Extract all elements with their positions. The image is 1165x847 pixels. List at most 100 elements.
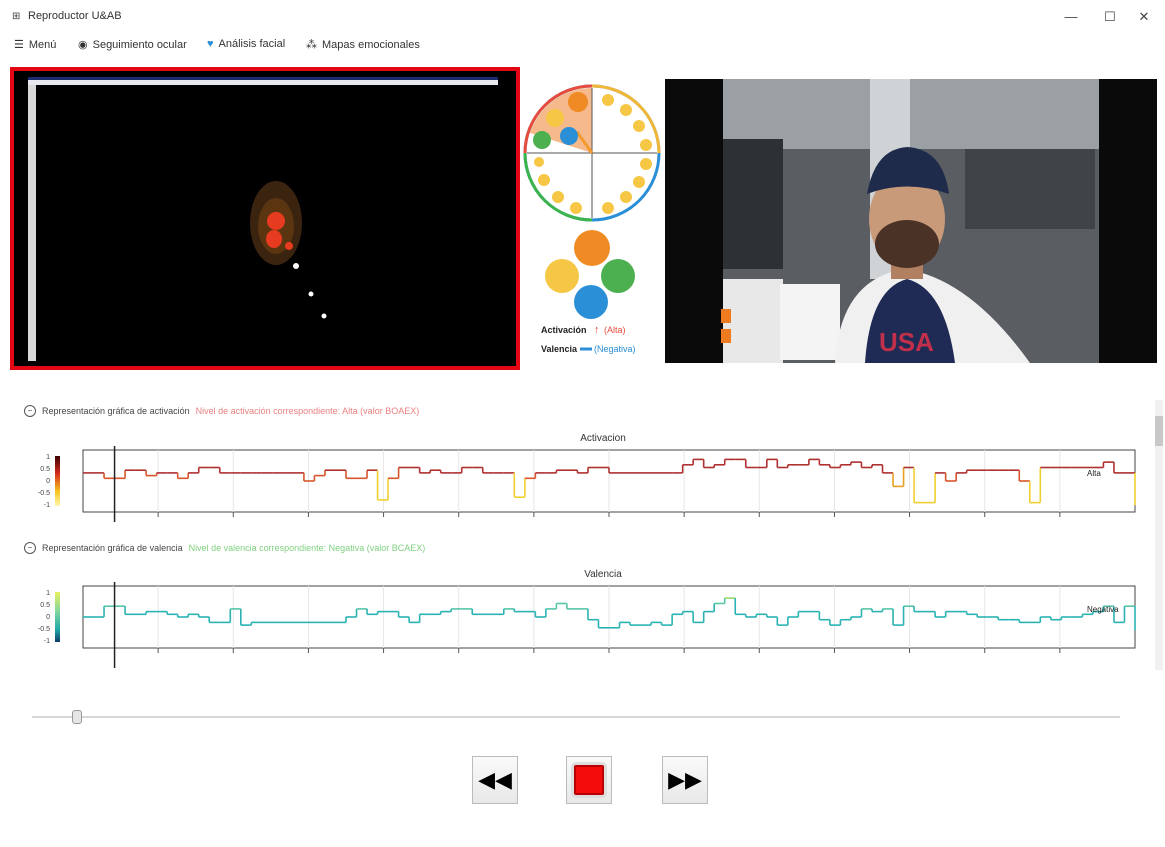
act-y-tick-label: 0: [46, 478, 50, 485]
stop-button[interactable]: [566, 756, 612, 804]
menu-item-label: Seguimiento ocular: [92, 38, 187, 51]
rewind-button[interactable]: ◀◀: [472, 756, 518, 804]
activation-chart: Activacion 1 0.5 0 -0.5 -1 Alta: [38, 433, 1136, 522]
screen-capture-titlebar: [28, 77, 498, 80]
shirt-logo: USA: [879, 327, 934, 357]
emoji-icon: [640, 158, 652, 170]
activation-value: (Alta): [604, 325, 626, 335]
fast-forward-button[interactable]: ▶▶: [662, 756, 708, 804]
activation-legend-label: Alta: [1087, 469, 1101, 478]
emoji-icon: [633, 176, 645, 188]
act-y-tick-label: -0.5: [38, 490, 50, 497]
app-icon: ⊞: [12, 11, 21, 22]
valence-y-ticks: 1 0.5 0 -0.5 -1: [38, 590, 50, 645]
eye-tracking-view: [10, 67, 520, 370]
emoji-icon: [538, 174, 550, 186]
screen-capture-sidebar: [28, 85, 36, 361]
activation-color-scale: [55, 456, 60, 506]
valence-level-note: Nivel de valencia correspondiente: Negat…: [188, 543, 426, 553]
activation-level-note: Nivel de activación correspondiente: Alt…: [195, 406, 420, 416]
activation-chart-title: Activacion: [580, 433, 626, 444]
letterbox-left: [665, 79, 723, 363]
activation-label: Activación: [541, 325, 587, 335]
emoji-icon: [602, 94, 614, 106]
emoji-icon: [620, 104, 632, 116]
menu-item-label: Análisis facial: [218, 38, 286, 50]
eye-icon: ◉: [78, 39, 88, 51]
activation-section-title: Representación gráfica de activación: [42, 406, 190, 416]
emoji-icon: [570, 202, 582, 214]
emoji-icon: [633, 120, 645, 132]
ceiling: [723, 79, 1099, 149]
act-y-tick-label: 1: [46, 454, 50, 461]
scrollbar-thumb[interactable]: [1155, 416, 1163, 446]
val-y-tick-label: 0: [46, 614, 50, 621]
gaze-hotspot: [267, 212, 285, 230]
webcam-frame: USA: [665, 79, 1157, 363]
valence-section-header: − Representación gráfica de valencia Niv…: [24, 542, 425, 554]
vertical-scrollbar[interactable]: [1155, 400, 1163, 670]
window-left: [723, 139, 783, 269]
val-y-tick-label: 0.5: [40, 602, 50, 609]
timeline-slider-handle[interactable]: [72, 710, 82, 724]
emoji-surprised-large-icon: [545, 259, 579, 293]
emoji-surprised-icon: [546, 109, 564, 127]
gaze-heatmap: [28, 77, 498, 361]
valence-chart-title: Valencia: [584, 569, 622, 580]
gaze-point: [293, 263, 299, 269]
emoji-sick-large-icon: [601, 259, 635, 293]
valence-chart: Valencia 1 0.5 0 -0.5 -1 Negativa: [38, 569, 1136, 668]
menu-item-menu[interactable]: ☰ Menú: [14, 38, 57, 52]
menu-item-label: Mapas emocionales: [322, 38, 420, 51]
gaze-hotspot: [266, 230, 282, 248]
gaze-point: [308, 291, 314, 297]
valence-value: (Negativa): [594, 344, 636, 354]
menu-item-eye-tracking[interactable]: ◉ Seguimiento ocular: [78, 38, 187, 52]
emoji-icon: [602, 202, 614, 214]
valence-legend-label: Negativa: [1087, 605, 1119, 614]
val-y-tick-label: -1: [44, 638, 50, 645]
menu-item-facial-analysis[interactable]: ♥ Análisis facial: [207, 38, 285, 50]
emoji-sick-icon: [533, 131, 551, 149]
collapse-activation-button[interactable]: −: [24, 405, 36, 417]
fast-forward-icon: ▶▶: [668, 767, 702, 792]
monitor-left: [723, 279, 783, 363]
emoji-angry-large-icon: [574, 230, 610, 266]
emoji-sad-icon: [560, 127, 578, 145]
emotion-wheel: Activación ↑ (Alta) Valencia (Negativa): [523, 84, 661, 354]
stop-icon: [574, 765, 604, 795]
valence-section-title: Representación gráfica de valencia: [42, 543, 183, 553]
monitor-popup: [780, 284, 840, 360]
rewind-icon: ◀◀: [478, 767, 512, 792]
valence-color-scale: [55, 592, 60, 642]
window-title: Reproductor U&AB: [28, 10, 122, 22]
val-y-tick-label: -0.5: [38, 626, 50, 633]
emoji-sad-large-icon: [574, 285, 608, 319]
collapse-valence-button[interactable]: −: [24, 542, 36, 554]
map-icon: ⁂: [306, 39, 317, 51]
minimize-button[interactable]: —: [1056, 6, 1086, 28]
activation-section-header: − Representación gráfica de activación N…: [24, 405, 419, 417]
title-bar: ⊞ Reproductor U&AB — ☐ ✕: [0, 0, 1165, 34]
act-y-tick-label: 0.5: [40, 466, 50, 473]
emoji-icon: [552, 191, 564, 203]
activation-y-ticks: 1 0.5 0 -0.5 -1: [38, 454, 50, 509]
emoji-angry-icon: [568, 92, 588, 112]
emoji-icon: [640, 139, 652, 151]
close-button[interactable]: ✕: [1129, 6, 1159, 28]
val-y-tick-label: 1: [46, 590, 50, 597]
gaze-hotspot: [285, 242, 293, 250]
timeline-track[interactable]: [32, 716, 1120, 718]
maximize-button[interactable]: ☐: [1095, 6, 1125, 28]
act-y-tick-label: -1: [44, 502, 50, 509]
window-right: [965, 149, 1095, 229]
menu-bar: ☰ Menú ◉ Seguimiento ocular ♥ Análisis f…: [0, 34, 1165, 58]
emoji-icon: [534, 157, 544, 167]
webcam-view: USA: [665, 79, 1157, 363]
menu-item-emotional-maps[interactable]: ⁂ Mapas emocionales: [306, 38, 420, 52]
gaze-point: [321, 313, 327, 319]
menu-item-label: Menú: [28, 38, 57, 51]
activation-arrow-icon: ↑: [594, 324, 600, 336]
valence-label: Valencia: [541, 344, 578, 354]
letterbox-right: [1099, 79, 1157, 363]
